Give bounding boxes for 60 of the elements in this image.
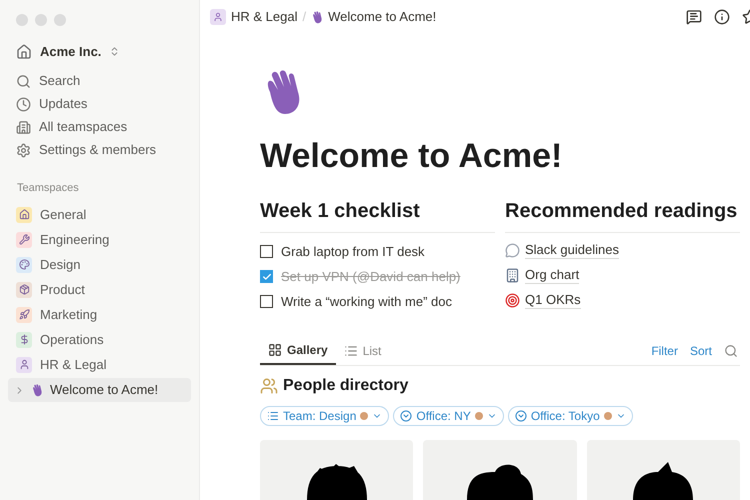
teamspace-item[interactable]: General [8,202,191,227]
section-heading: Teamspaces [16,180,80,196]
nav-item[interactable]: Settings & members [8,138,191,162]
nav-item[interactable]: Search [8,70,191,92]
checklist-item: Grab laptop from IT desk [281,242,425,261]
info-icon[interactable] [714,9,730,25]
workspace-name[interactable]: Acme Inc. [40,42,102,62]
page-link[interactable]: Org chart [525,267,580,284]
breadcrumb-separator: / [302,8,306,26]
teamspace-item[interactable]: Design [8,252,191,277]
gallery-card[interactable] [260,440,414,500]
page-item[interactable]: Welcome to Acme! [8,378,191,402]
clock-icon [16,96,31,112]
gallery-card[interactable] [423,440,577,500]
people-icon [260,377,278,395]
filter-chip[interactable]: Office: Tokyo [508,406,633,426]
speech-bubble-icon [505,243,520,258]
circle-chevron-icon [400,410,412,422]
teamspace-item[interactable]: HR & Legal [8,352,191,377]
view-action-link[interactable]: Sort [690,342,712,360]
section-heading: Recommended readings [505,196,740,233]
checklist-item: Set up VPN (@David can help) [281,268,460,286]
view-tab[interactable]: Gallery [260,336,336,365]
section-heading: Week 1 checklist [260,196,495,233]
avatar-silhouette-icon [464,462,535,500]
page-link[interactable]: Q1 OKRs [525,292,581,309]
search-icon [16,74,31,88]
circle-chevron-icon [514,410,527,422]
checkbox[interactable] [260,270,273,283]
waving-hand-icon [31,384,44,396]
view-tab[interactable]: List [336,336,390,365]
grid-icon [268,342,282,356]
breadcrumb-link[interactable]: Welcome to Acme! [328,7,436,27]
page-link[interactable]: Slack guidelines [525,242,619,259]
comment-icon[interactable] [686,9,702,25]
list-icon [344,344,358,358]
view-action-link[interactable]: Filter [651,342,678,360]
nav-item[interactable]: All teamspaces [8,116,191,138]
page-title: Welcome to Acme! [260,136,564,177]
filter-chip[interactable]: Team: Design [260,406,390,426]
building-icon [505,268,520,283]
nav-item[interactable]: Updates [8,92,191,116]
building-icon [16,120,31,134]
checklist-item: Write a “working with me” doc [281,292,452,311]
search-icon[interactable] [724,344,738,358]
teamspace-item[interactable]: Engineering [8,227,191,252]
person-icon [210,9,226,25]
breadcrumb-link[interactable]: HR & Legal [231,7,298,27]
gear-icon [16,142,31,158]
checkbox[interactable] [260,245,273,258]
target-icon [505,293,520,308]
home-icon [16,44,32,60]
teamspace-item[interactable]: Operations [8,327,191,352]
waving-hand-icon [311,10,324,24]
database-title: People directory [283,376,408,396]
checkbox[interactable] [260,295,273,308]
filter-chip[interactable]: Office: NY [393,406,504,426]
gallery-card[interactable] [586,440,740,500]
teamspace-item[interactable]: Product [8,277,191,302]
teamspace-item[interactable]: Marketing [8,302,191,327]
